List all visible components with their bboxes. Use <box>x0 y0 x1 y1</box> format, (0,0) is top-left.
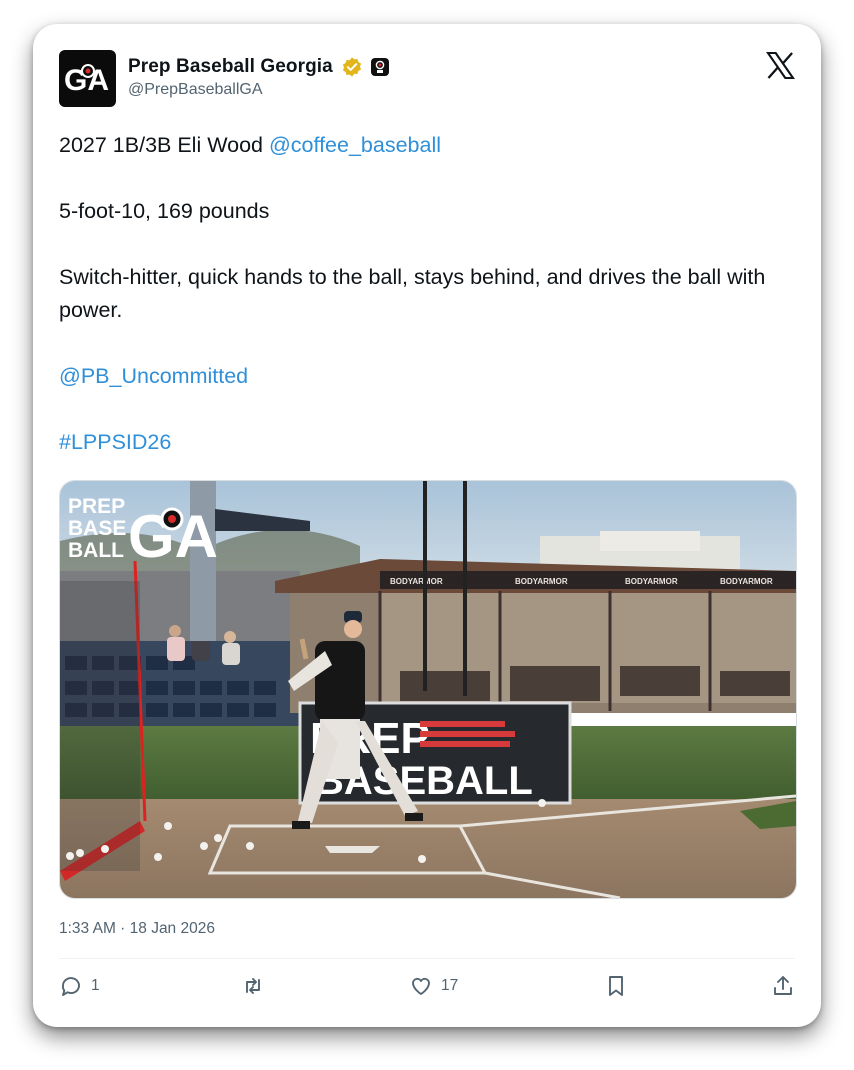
tweet-text: 2027 1B/3B Eli Wood @coffee_baseball 5-f… <box>59 129 799 459</box>
tweet-line-3: Switch-hitter, quick hands to the ball, … <box>59 265 766 322</box>
tweet-line-1-text: 2027 1B/3B Eli Wood <box>59 133 269 157</box>
divider <box>59 958 795 959</box>
tweet-media-image[interactable]: BODYARMOR BODYARMOR BODYARMOR BODYARMOR <box>59 480 797 899</box>
like-count: 17 <box>441 977 459 994</box>
retweet-button[interactable] <box>241 974 265 998</box>
dugout-sign-4: BODYARMOR <box>720 577 773 586</box>
baseball-batter-photo: BODYARMOR BODYARMOR BODYARMOR BODYARMOR <box>60 481 796 898</box>
account-handle[interactable]: @PrepBaseballGA <box>128 81 263 99</box>
verified-badge-icon <box>342 57 361 77</box>
like-button[interactable]: 17 <box>409 974 458 998</box>
dugout-sign-1: BODYARMOR <box>390 577 443 586</box>
affiliate-badge-icon <box>370 58 389 76</box>
dugout-sign-3: BODYARMOR <box>625 577 678 586</box>
svg-text:BALL: BALL <box>68 539 124 562</box>
svg-text:BASE: BASE <box>68 517 126 540</box>
tweet-line-2: 5-foot-10, 169 pounds <box>59 199 270 223</box>
tweet-timestamp[interactable]: 1:33 AM · 18 Jan 2026 <box>59 920 215 938</box>
prep-baseball-ga-logo-icon: GA <box>64 63 109 97</box>
mention-link[interactable]: @coffee_baseball <box>269 133 441 157</box>
tweet-actions: 1 17 <box>59 974 795 1004</box>
dugout-sign-2: BODYARMOR <box>515 577 568 586</box>
tweet-line-1: 2027 1B/3B Eli Wood @coffee_baseball <box>59 129 799 162</box>
avatar[interactable]: GA <box>59 50 116 107</box>
prep-base-ball-watermark: PREP BASE BALL GA <box>68 495 218 570</box>
reply-button[interactable]: 1 <box>59 974 100 998</box>
reply-count: 1 <box>91 977 100 994</box>
retweet-icon <box>246 978 260 994</box>
bookmark-button[interactable] <box>604 974 628 998</box>
x-logo-icon[interactable] <box>766 52 795 79</box>
like-icon <box>412 977 430 995</box>
reply-icon <box>62 977 80 996</box>
bookmark-icon <box>609 976 623 996</box>
mention-link-2[interactable]: @PB_Uncommitted <box>59 360 799 393</box>
share-button[interactable] <box>771 974 795 998</box>
svg-text:PREP: PREP <box>68 495 125 518</box>
name-row: Prep Baseball Georgia <box>128 56 389 78</box>
share-icon <box>774 976 792 995</box>
hashtag-link[interactable]: #LPPSID26 <box>59 426 799 459</box>
display-name[interactable]: Prep Baseball Georgia <box>128 56 333 78</box>
tweet-card: GA Prep Baseball Georgia @PrepBaseballGA… <box>33 24 821 1027</box>
